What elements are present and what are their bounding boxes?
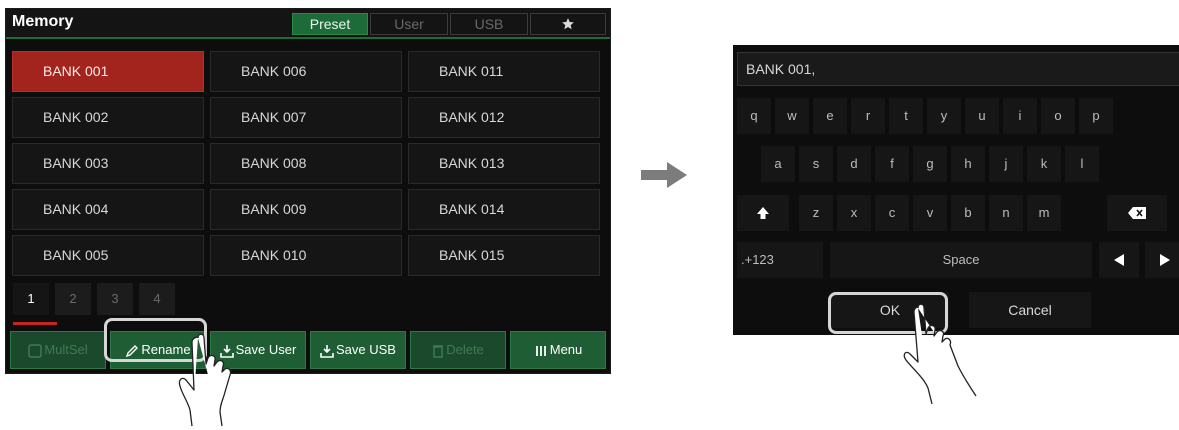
menu-icon xyxy=(535,345,546,356)
bank-cell-006[interactable]: BANK 006 xyxy=(210,51,402,92)
tab-user[interactable]: User xyxy=(370,13,448,35)
page-tab-2[interactable]: 2 xyxy=(55,283,91,315)
key-w[interactable]: w xyxy=(775,98,809,134)
key-k[interactable]: k xyxy=(1027,146,1061,182)
key-p[interactable]: p xyxy=(1079,98,1113,134)
bank-cell-013[interactable]: BANK 013 xyxy=(408,143,600,184)
menu-button[interactable]: Menu xyxy=(510,331,606,369)
multisel-icon xyxy=(28,343,43,358)
active-page-indicator xyxy=(13,322,57,325)
rename-input[interactable]: BANK 001, xyxy=(737,52,1179,86)
bank-cell-008[interactable]: BANK 008 xyxy=(210,143,402,184)
key-v[interactable]: v xyxy=(913,195,947,231)
key-e[interactable]: e xyxy=(813,98,847,134)
left-arrow-icon xyxy=(1114,254,1124,266)
bank-cell-003[interactable]: BANK 003 xyxy=(12,143,204,184)
key-m[interactable]: m xyxy=(1027,195,1061,231)
backspace-key[interactable] xyxy=(1107,195,1167,231)
key-g[interactable]: g xyxy=(913,146,947,182)
key-h[interactable]: h xyxy=(951,146,985,182)
left-arrow-key[interactable] xyxy=(1099,242,1139,278)
key-n[interactable]: n xyxy=(989,195,1023,231)
right-arrow-icon xyxy=(1160,254,1170,266)
trash-icon xyxy=(433,344,444,358)
key-y[interactable]: y xyxy=(927,98,961,134)
shift-icon xyxy=(757,207,769,219)
memory-panel: Memory Preset User USB BANK 001 BANK 006… xyxy=(5,8,611,374)
right-arrow-key[interactable] xyxy=(1145,242,1179,278)
key-q[interactable]: q xyxy=(737,98,771,134)
key-i[interactable]: i xyxy=(1003,98,1037,134)
space-key[interactable]: Space xyxy=(830,242,1092,278)
key-a[interactable]: a xyxy=(761,146,795,182)
bank-cell-012[interactable]: BANK 012 xyxy=(408,97,600,138)
bank-cell-001[interactable]: BANK 001 xyxy=(12,51,204,92)
key-x[interactable]: x xyxy=(837,195,871,231)
bank-cell-009[interactable]: BANK 009 xyxy=(210,189,402,230)
key-z[interactable]: z xyxy=(799,195,833,231)
text-cursor: , xyxy=(811,61,816,77)
page-tab-1[interactable]: 1 xyxy=(13,283,49,315)
bank-cell-007[interactable]: BANK 007 xyxy=(210,97,402,138)
multisel-label: MultSel xyxy=(44,342,88,357)
key-s[interactable]: s xyxy=(799,146,833,182)
menu-label: Menu xyxy=(549,342,583,357)
delete-label: Delete xyxy=(446,342,484,357)
key-c[interactable]: c xyxy=(875,195,909,231)
shift-key[interactable] xyxy=(737,195,789,231)
page-tab-4[interactable]: 4 xyxy=(139,283,175,315)
delete-button[interactable]: Delete xyxy=(410,331,506,369)
right-arrow-icon xyxy=(641,162,687,188)
memory-title: Memory xyxy=(12,13,74,30)
key-j[interactable]: j xyxy=(989,146,1023,182)
backspace-icon xyxy=(1128,207,1146,219)
tab-usb[interactable]: USB xyxy=(450,13,528,35)
key-u[interactable]: u xyxy=(965,98,999,134)
star-icon xyxy=(562,18,574,30)
key-r[interactable]: r xyxy=(851,98,885,134)
multisel-button[interactable]: MultSel xyxy=(10,331,106,369)
save-usb-button[interactable]: Save USB xyxy=(310,331,406,369)
keyboard-panel: BANK 001, q w e r t y u i o p a s d f g … xyxy=(733,45,1179,335)
bank-cell-015[interactable]: BANK 015 xyxy=(408,235,600,276)
rename-input-value: BANK 001 xyxy=(746,61,812,77)
tapping-hand-icon xyxy=(903,303,977,405)
save-usb-label: Save USB xyxy=(336,342,396,357)
key-b[interactable]: b xyxy=(951,195,985,231)
memory-header: Memory Preset User USB xyxy=(6,9,610,39)
tab-preset[interactable]: Preset xyxy=(292,13,368,35)
page-tab-3[interactable]: 3 xyxy=(97,283,133,315)
tab-favorites[interactable] xyxy=(530,13,606,35)
bank-cell-011[interactable]: BANK 011 xyxy=(408,51,600,92)
tapping-hand-icon xyxy=(178,333,232,427)
key-o[interactable]: o xyxy=(1041,98,1075,134)
symbols-key[interactable]: .+123 xyxy=(737,242,823,278)
bank-cell-010[interactable]: BANK 010 xyxy=(210,235,402,276)
key-l[interactable]: l xyxy=(1065,146,1099,182)
key-t[interactable]: t xyxy=(889,98,923,134)
key-d[interactable]: d xyxy=(837,146,871,182)
bank-cell-004[interactable]: BANK 004 xyxy=(12,189,204,230)
bank-cell-002[interactable]: BANK 002 xyxy=(12,97,204,138)
key-f[interactable]: f xyxy=(875,146,909,182)
bank-cell-014[interactable]: BANK 014 xyxy=(408,189,600,230)
bank-cell-005[interactable]: BANK 005 xyxy=(12,235,204,276)
save-usb-icon xyxy=(320,344,334,358)
